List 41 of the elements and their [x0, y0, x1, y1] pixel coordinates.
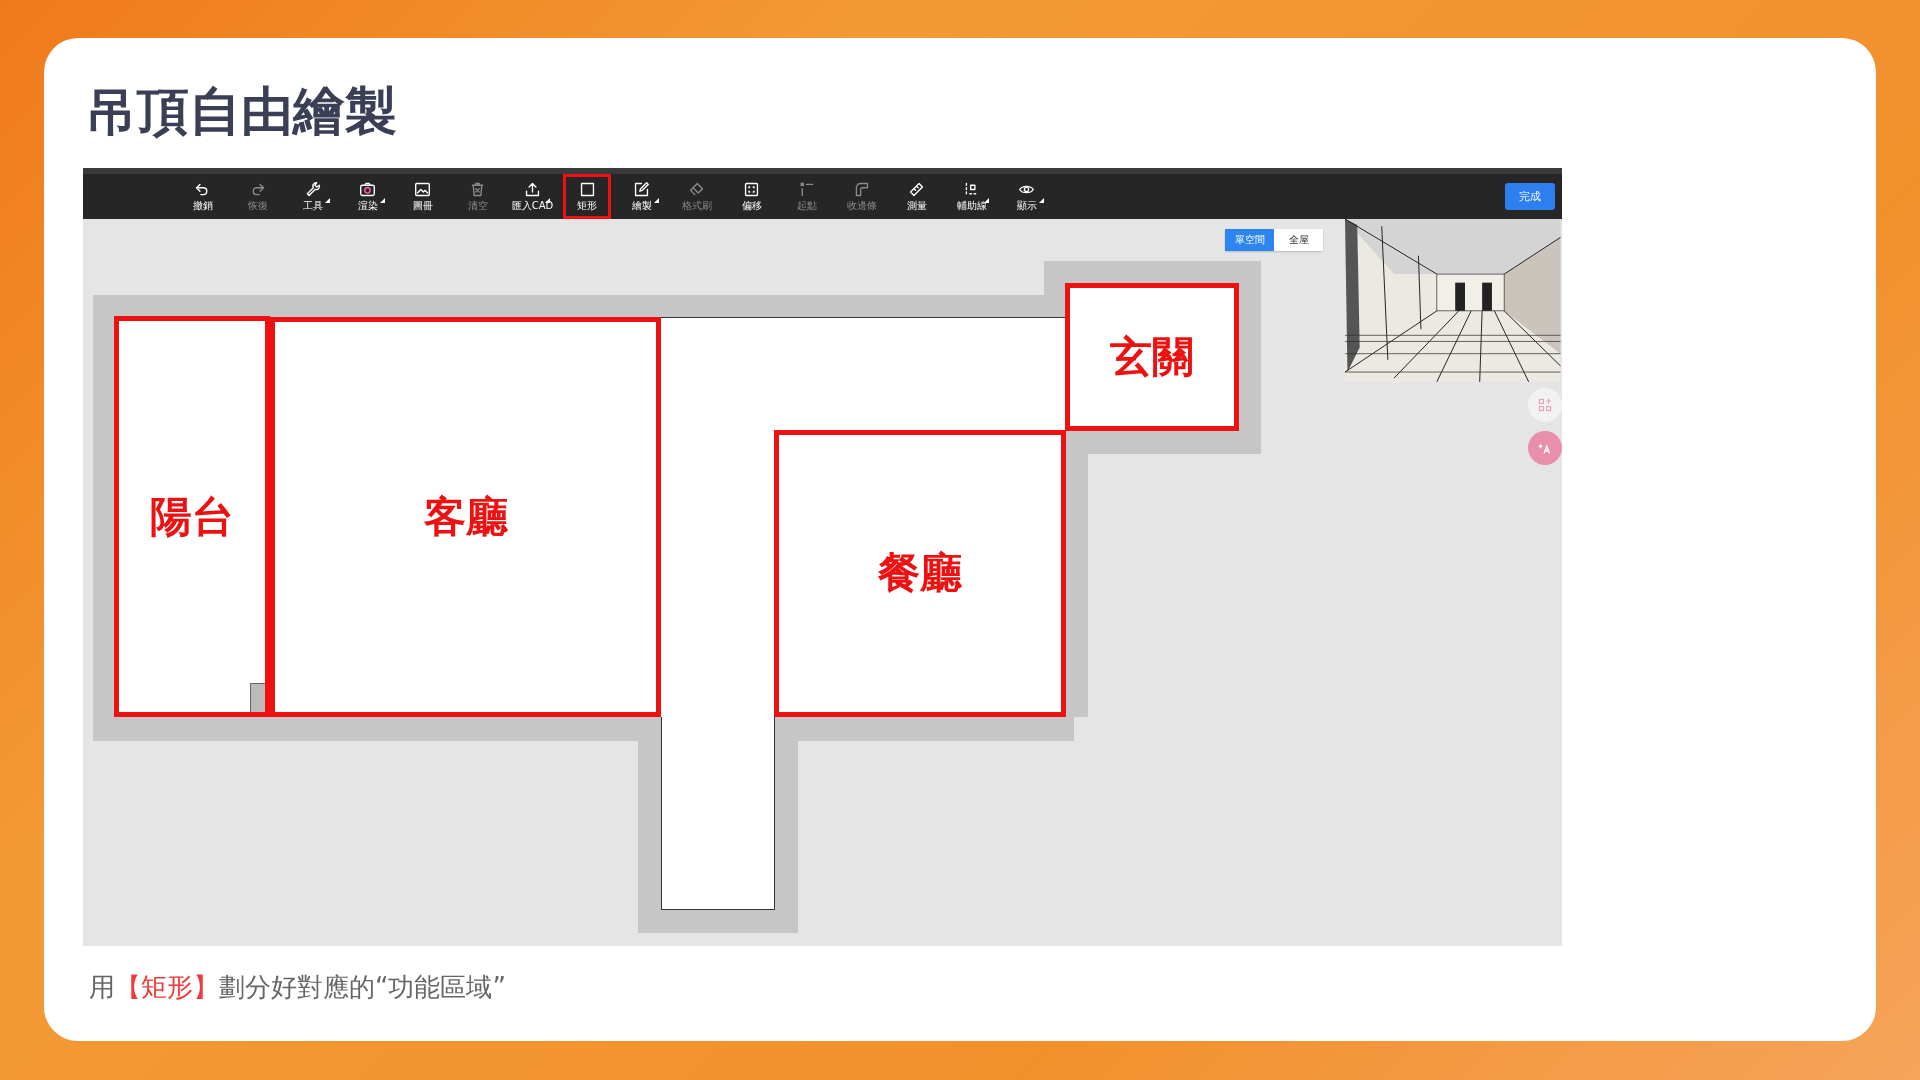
wrench-icon [304, 181, 321, 198]
slide-title: 吊頂自由繪製 [85, 80, 398, 143]
view-tab[interactable]: 單空間 [1225, 228, 1275, 251]
toolbar-button[interactable]: 偏移 [724, 174, 779, 219]
toolbar-button[interactable]: 渲染 [340, 174, 395, 219]
room-label: 玄關 [1110, 330, 1194, 383]
camera-icon [359, 181, 376, 198]
image-icon [414, 181, 431, 198]
toolbar-button[interactable]: 矩形 [563, 174, 611, 219]
pencil-icon [633, 181, 650, 198]
done-button[interactable]: 完成 [1505, 183, 1555, 210]
dropdown-corner-icon [1039, 198, 1044, 203]
grid-plus-icon[interactable] [1527, 387, 1562, 423]
caption-text: 用 [89, 972, 115, 1002]
highlighted-tool-name: 【矩形】 [115, 972, 219, 1002]
dropdown-corner-icon [654, 198, 659, 203]
dropdown-corner-icon [545, 198, 550, 203]
rectangle-icon [578, 181, 596, 198]
room-label: 餐廳 [877, 547, 962, 600]
view-tab[interactable]: 全屋 [1274, 228, 1324, 251]
ruler-icon [908, 181, 925, 198]
dropdown-corner-icon [325, 198, 330, 203]
offset-icon [743, 181, 760, 198]
room-label: 客廳 [423, 491, 508, 544]
toolbar-button[interactable]: 圖冊 [395, 174, 450, 219]
upload-icon [524, 181, 541, 198]
dropdown-corner-icon [984, 198, 989, 203]
toolbar-button[interactable]: 工具 [285, 174, 340, 219]
toolbar-button[interactable]: 繪製 [614, 174, 669, 219]
translate-icon[interactable] [1527, 430, 1562, 466]
start-point-icon [798, 181, 815, 198]
room-label: 陽台 [149, 490, 234, 543]
toolbar-button[interactable]: 輔助線 [944, 174, 999, 219]
trash-icon [469, 181, 486, 198]
edge-strip-icon [853, 181, 870, 198]
toolbar-button[interactable]: 顯示 [999, 174, 1054, 219]
brush-icon [688, 181, 705, 198]
toolbar-button[interactable]: 撤銷 [175, 174, 230, 219]
dropdown-corner-icon [380, 198, 385, 203]
toolbar-button[interactable]: 測量 [889, 174, 944, 219]
caption-text: 劃分好對應的“功能區域” [219, 972, 506, 1002]
